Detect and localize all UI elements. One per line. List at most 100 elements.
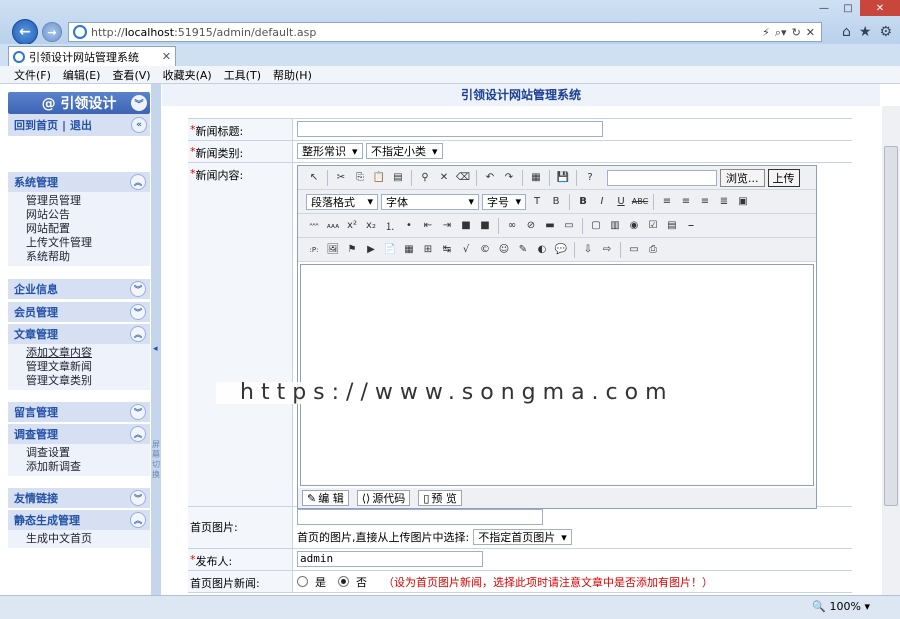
group-header[interactable]: 企业信息 ︾ [8, 279, 150, 299]
subscript-icon[interactable]: x₂ [363, 218, 379, 234]
sidebar-item-manage-news[interactable]: 管理文章新闻 [26, 360, 150, 374]
outdent-icon[interactable]: ⇤ [420, 218, 436, 234]
sidebar-item-notice[interactable]: 网站公告 [26, 208, 150, 222]
undo-icon[interactable]: ↶ [482, 170, 498, 186]
sidebar-item-survey-settings[interactable]: 调查设置 [26, 446, 150, 460]
find-icon[interactable]: ⚲ [417, 170, 433, 186]
redo-icon[interactable]: ↷ [501, 170, 517, 186]
sidebar-item-help[interactable]: 系统帮助 [26, 250, 150, 264]
group-header[interactable]: 会员管理 ︾ [8, 302, 150, 322]
import-icon[interactable]: ⇩ [580, 242, 596, 258]
close-tab-icon[interactable]: ✕ [162, 50, 171, 63]
pointer-icon[interactable]: ↖ [306, 170, 322, 186]
back-button[interactable]: ← [12, 19, 38, 45]
text-field-icon[interactable]: ▢ [588, 218, 604, 234]
favorites-icon[interactable]: ★ [859, 24, 872, 40]
fullscreen-icon[interactable]: ▣ [735, 194, 751, 210]
search-icon[interactable]: ⌕▾ [775, 26, 787, 40]
forward-button[interactable]: → [42, 22, 62, 42]
group-header[interactable]: 留言管理 ︾ [8, 402, 150, 422]
sidebar-item-generate-home[interactable]: 生成中文首页 [26, 532, 150, 546]
link-icon[interactable]: ∞ [504, 218, 520, 234]
chevron-up-icon[interactable]: ︽ [130, 326, 146, 342]
browser-tab[interactable]: 引领设计网站管理系统 ✕ [8, 46, 176, 66]
indent-icon[interactable]: ⇥ [439, 218, 455, 234]
image-icon[interactable]: 🖼 [325, 242, 341, 258]
font-select[interactable]: 字体 ▾ [381, 193, 479, 210]
address-bar[interactable]: http://localhost:51915/admin/default.asp… [68, 22, 822, 42]
marquee-icon[interactable]: ↹ [439, 242, 455, 258]
radio-yes[interactable] [297, 576, 308, 587]
mode-source-button[interactable]: ⟨⟩ 源代码 [356, 490, 411, 506]
textarea-icon[interactable]: ▥ [607, 218, 623, 234]
mode-preview-button[interactable]: ▯ 预 览 [418, 490, 462, 506]
browse-button[interactable]: 浏览... [720, 168, 765, 187]
table-icon[interactable]: ⊞ [420, 242, 436, 258]
subfont-icon[interactable]: ᴀᴀᴀ [325, 218, 341, 234]
zoom-level[interactable]: 🔍 100% ▾ [812, 600, 870, 613]
checkbox-icon[interactable]: ☑ [645, 218, 661, 234]
hr2-icon[interactable]: ▭ [561, 218, 577, 234]
paste-text-icon[interactable]: ▤ [390, 170, 406, 186]
button-field-icon[interactable]: ⎯ [683, 218, 699, 234]
export-icon[interactable]: ⇨ [599, 242, 615, 258]
preview-icon[interactable]: ▭ [626, 242, 642, 258]
chevron-up-icon[interactable]: ︽ [130, 512, 146, 528]
chevron-left-icon[interactable]: ◂ [153, 344, 158, 354]
highlight-icon[interactable]: ■ [477, 218, 493, 234]
subcategory-select[interactable]: 不指定小类 ▾ [366, 143, 443, 159]
group-header[interactable]: 友情链接 ︾ [8, 488, 150, 508]
paste-icon[interactable]: 📋 [371, 170, 387, 186]
editor-content-area[interactable] [300, 264, 814, 486]
home-icon[interactable]: ⌂ [842, 24, 851, 40]
home-image-select[interactable]: 不指定首页图片 ▾ [473, 529, 572, 545]
publisher-input[interactable]: admin [297, 551, 483, 567]
unordered-list-icon[interactable]: • [401, 218, 417, 234]
group-header[interactable]: 系统管理 ︽ [8, 172, 150, 192]
chevron-left-icon[interactable]: « [131, 117, 147, 133]
text-color-icon[interactable]: T [529, 194, 545, 210]
refresh-icon[interactable]: ↻ [792, 26, 801, 40]
strike-icon[interactable]: ABC [632, 194, 648, 210]
sidebar-item-add-article[interactable]: 添加文章内容 [26, 346, 150, 360]
splitter[interactable]: ◂ 屏幕切换 [151, 84, 161, 595]
compat-icon[interactable]: ⚡ [762, 26, 770, 40]
group-header[interactable]: 静态生成管理 ︽ [8, 510, 150, 530]
chevron-up-icon[interactable]: ︽ [130, 174, 146, 190]
superfont-icon[interactable]: ᴬᴬᴬ [306, 218, 322, 234]
paragraph-mark-icon[interactable]: :P: [306, 242, 322, 258]
upload-file-input[interactable] [607, 169, 717, 186]
hr-icon[interactable]: ▬ [542, 218, 558, 234]
superscript-icon[interactable]: x² [344, 218, 360, 234]
copy-icon[interactable]: ⎘ [352, 170, 368, 186]
menu-help[interactable]: 帮助(H) [273, 67, 312, 83]
emoticon-icon[interactable]: ☺ [496, 242, 512, 258]
unlink-icon[interactable]: ⊘ [523, 218, 539, 234]
italic-icon[interactable]: I [594, 194, 610, 210]
menu-view[interactable]: 查看(V) [112, 67, 150, 83]
sidebar-item-manage-categories[interactable]: 管理文章类别 [26, 374, 150, 388]
color-picker-icon[interactable]: ◐ [534, 242, 550, 258]
chevron-down-icon[interactable]: ︾ [130, 490, 146, 506]
menu-file[interactable]: 文件(F) [14, 67, 51, 83]
paragraph-select[interactable]: 段落格式 ▾ [306, 193, 378, 210]
vertical-scrollbar[interactable] [882, 106, 900, 595]
excel-icon[interactable]: ▦ [401, 242, 417, 258]
size-select[interactable]: 字号 ▾ [482, 193, 526, 210]
formula-icon[interactable]: √ [458, 242, 474, 258]
group-header[interactable]: 调查管理 ︽ [8, 424, 150, 444]
cut-icon[interactable]: ✂ [333, 170, 349, 186]
logout-link[interactable]: 退出 [70, 117, 92, 133]
menu-tools[interactable]: 工具(T) [224, 67, 261, 83]
radio-icon[interactable]: ◉ [626, 218, 642, 234]
symbol-icon[interactable]: © [477, 242, 493, 258]
stop-icon[interactable]: ✕ [806, 26, 815, 40]
bg-color-icon[interactable]: B [548, 194, 564, 210]
help-icon[interactable]: ? [582, 170, 598, 186]
radio-no[interactable] [338, 576, 349, 587]
pencil-icon[interactable]: ✎ [515, 242, 531, 258]
bold-icon[interactable]: B [575, 194, 591, 210]
upload-button[interactable]: 上传 [767, 168, 800, 187]
scrollbar-thumb[interactable] [884, 146, 898, 506]
mode-edit-button[interactable]: ✎ 编 辑 [302, 490, 349, 506]
